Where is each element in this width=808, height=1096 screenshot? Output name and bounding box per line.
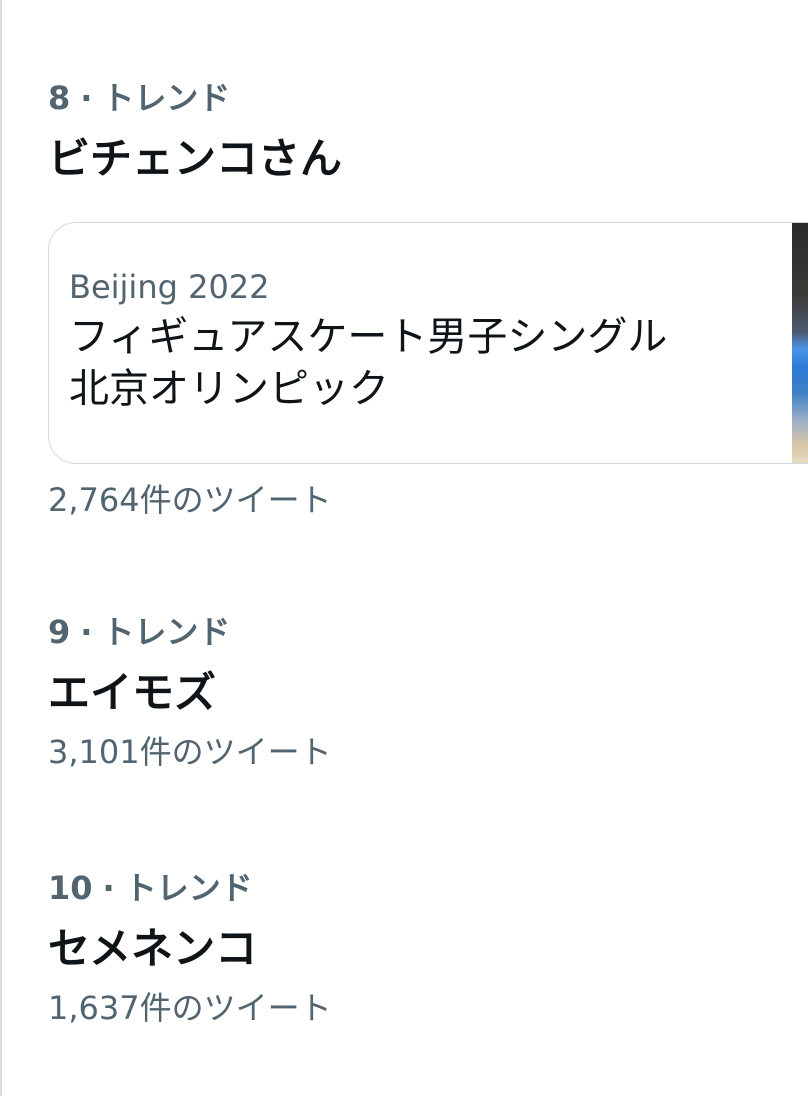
trend-label: トレンド bbox=[102, 613, 231, 651]
trend-rank: 10 bbox=[48, 869, 93, 907]
trend-label: トレンド bbox=[102, 79, 231, 117]
trend-separator: · bbox=[80, 613, 93, 651]
card-headline-line-2: 北京オリンピック bbox=[69, 366, 389, 412]
trend-meta: 9 · トレンド bbox=[48, 612, 808, 652]
tweet-count: 2,764件のツイート bbox=[48, 481, 332, 519]
trend-title: ビチェンコさん bbox=[48, 134, 343, 183]
trend-rank: 8 bbox=[48, 79, 71, 117]
trend-title: エイモズ bbox=[48, 668, 217, 717]
trend-tweet-count-8: 2,764件のツイート bbox=[48, 480, 808, 520]
trend-label: トレンド bbox=[124, 869, 253, 907]
trend-item-10[interactable]: 10 · トレンド セメネンコ 1,637件のツイート bbox=[48, 868, 808, 1028]
card-source: Beijing 2022 bbox=[69, 268, 270, 306]
trend-title: セメネンコ bbox=[48, 924, 258, 973]
card-text: Beijing 2022 フィギュアスケート男子シングル 北京オリンピック bbox=[69, 267, 667, 415]
tweet-count: 3,101件のツイート bbox=[48, 733, 332, 771]
trend-item-8[interactable]: 8 · トレンド ビチェンコさん bbox=[48, 78, 808, 186]
trend-meta: 8 · トレンド bbox=[48, 78, 808, 118]
card-headline-line-1: フィギュアスケート男子シングル bbox=[69, 314, 668, 360]
trend-item-9[interactable]: 9 · トレンド エイモズ 3,101件のツイート bbox=[48, 612, 808, 772]
card-thumbnail bbox=[792, 223, 808, 463]
tweet-count: 1,637件のツイート bbox=[48, 989, 332, 1027]
trend-separator: · bbox=[102, 869, 115, 907]
column-border bbox=[0, 0, 2, 1096]
trend-separator: · bbox=[80, 79, 93, 117]
trend-meta: 10 · トレンド bbox=[48, 868, 808, 908]
trend-news-card[interactable]: Beijing 2022 フィギュアスケート男子シングル 北京オリンピック bbox=[48, 222, 808, 464]
trends-page: 8 · トレンド ビチェンコさん Beijing 2022 フィギュアスケート男子シ… bbox=[0, 0, 808, 1096]
trend-rank: 9 bbox=[48, 613, 71, 651]
